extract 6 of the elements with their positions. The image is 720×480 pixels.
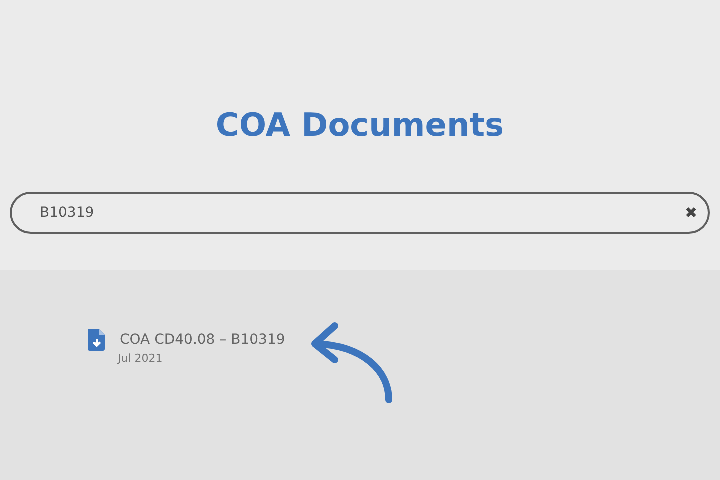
document-date: Jul 2021 — [118, 352, 164, 365]
search-field[interactable]: B10319 ✖ — [10, 192, 710, 234]
clear-button[interactable]: ✖ — [685, 204, 698, 222]
file-download-icon[interactable] — [88, 329, 106, 351]
page-title: COA Documents — [216, 105, 504, 146]
document-link[interactable]: COA CD40.08 – B10319 — [120, 328, 286, 352]
